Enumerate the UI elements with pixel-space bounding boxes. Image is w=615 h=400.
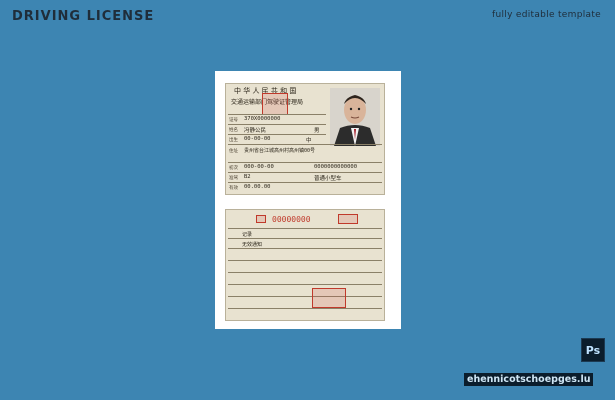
back-divider-8 (228, 308, 382, 309)
back-seal-top (256, 215, 266, 223)
site-watermark: ehennicotschoepges.lu (464, 373, 594, 386)
label-class: 准驾 (229, 176, 238, 181)
back-divider-6 (228, 284, 382, 285)
label-no: 证号 (229, 118, 238, 123)
holder-dob: 00-00-00 (244, 136, 271, 142)
serial-number: 00000000 (272, 215, 311, 224)
divider-3 (228, 134, 326, 135)
back-divider-2 (228, 238, 382, 239)
page-subtitle: fully editable template (492, 10, 601, 20)
divider-6 (228, 172, 382, 173)
label-issue: 初次 (229, 166, 238, 171)
license-class: B2 (244, 174, 251, 180)
back-divider-7 (228, 296, 382, 297)
label-address: 住址 (229, 149, 238, 154)
back-divider-3 (228, 248, 382, 249)
back-divider-5 (228, 272, 382, 273)
holder-name: 冯静公民 (244, 128, 267, 134)
divider-5 (228, 162, 382, 163)
back-divider-1 (228, 228, 382, 229)
label-valid: 有效 (229, 186, 238, 191)
back-remark: 记录 (242, 232, 253, 238)
page-title: DRIVING LICENSE (12, 9, 155, 24)
valid-from: 00.00.00 (244, 184, 271, 190)
document-sheet: 中 华 人 民 共 和 国 交通运输部门驾驶证管理局 证号 370X000000… (215, 71, 401, 329)
license-back-card: 00000000 记录 无效通知 (225, 209, 385, 321)
label-name: 姓名 (229, 128, 238, 133)
back-note: 无效通知 (242, 242, 263, 248)
back-stamp (312, 288, 346, 308)
red-stamp (262, 93, 288, 115)
valid-until: 普通小型车 (314, 176, 342, 182)
holder-nationality: 中 (306, 138, 312, 144)
holder-sex: 男 (314, 128, 320, 134)
holder-photo (330, 88, 380, 146)
label-dob: 出生 (229, 138, 238, 143)
license-number: 370X0000000 (244, 116, 281, 122)
photoshop-icon: Ps (581, 338, 605, 362)
holder-address: 贵州省台江城高州村高州镇00号 (244, 148, 316, 154)
divider-2 (228, 124, 326, 125)
back-seal-top-right (338, 214, 358, 224)
license-id: 0000000000000 (314, 164, 358, 170)
divider-7 (228, 182, 382, 183)
divider-4 (228, 144, 382, 145)
issue-date: 000-00-00 (244, 164, 274, 170)
license-front-card: 中 华 人 民 共 和 国 交通运输部门驾驶证管理局 证号 370X000000… (225, 83, 385, 195)
back-divider-4 (228, 260, 382, 261)
divider-1 (228, 114, 326, 115)
